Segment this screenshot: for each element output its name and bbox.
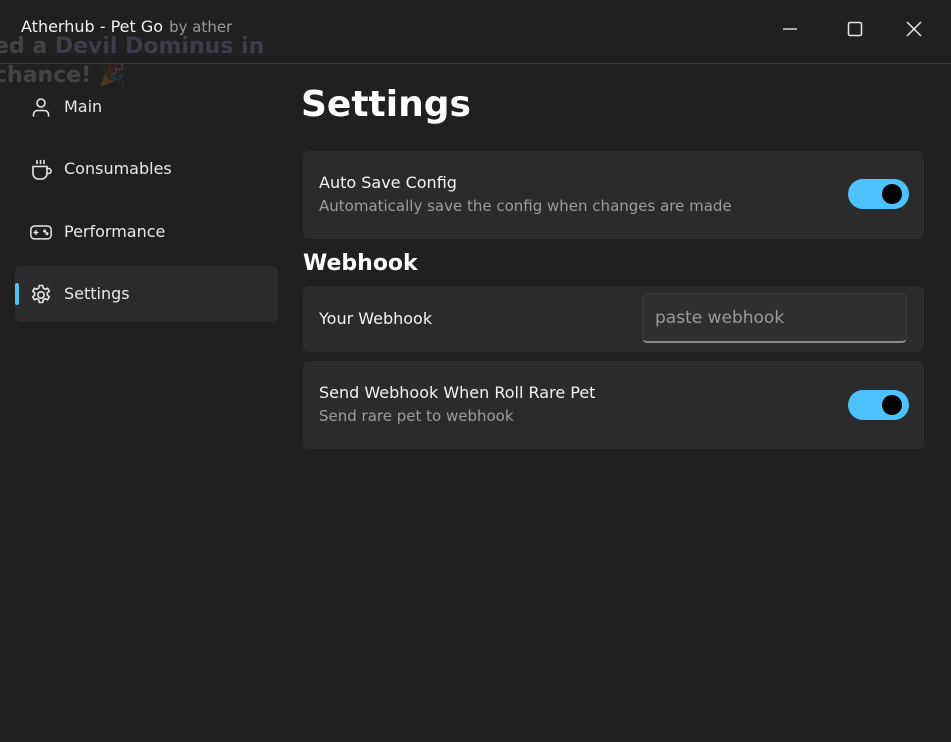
send-webhook-rare-pet-description: Send rare pet to webhook bbox=[319, 407, 514, 425]
minimize-button[interactable] bbox=[770, 12, 810, 46]
your-webhook-label: Your Webhook bbox=[319, 309, 433, 328]
gamepad-icon bbox=[29, 220, 53, 244]
close-button[interactable] bbox=[894, 12, 934, 46]
active-indicator bbox=[15, 282, 19, 305]
auto-save-config-card: Auto Save Config Automatically save the … bbox=[303, 151, 924, 239]
webhook-input[interactable] bbox=[642, 293, 907, 343]
sidebar-item-label: Settings bbox=[64, 284, 130, 303]
window-title: Atherhub - Pet Go by ather bbox=[21, 17, 232, 36]
minimize-icon bbox=[781, 20, 799, 38]
close-icon bbox=[904, 19, 924, 39]
maximize-button[interactable] bbox=[835, 12, 875, 46]
cup-icon bbox=[29, 158, 53, 182]
send-webhook-rare-pet-title: Send Webhook When Roll Rare Pet bbox=[319, 383, 596, 402]
sidebar-item-settings[interactable]: Settings bbox=[15, 265, 278, 322]
sidebar-item-label: Main bbox=[64, 96, 103, 116]
sidebar: Main Consumables Performance Settings bbox=[15, 78, 278, 328]
app-subtitle: by ather bbox=[169, 18, 233, 36]
maximize-icon bbox=[846, 20, 864, 38]
toggle-knob bbox=[882, 395, 902, 415]
send-webhook-rare-pet-card: Send Webhook When Roll Rare Pet Send rar… bbox=[303, 361, 924, 449]
sidebar-item-consumables[interactable]: Consumables bbox=[15, 141, 278, 197]
app-window: ed a Devil Dominus in chance! 🎉 Atherhub… bbox=[0, 0, 951, 742]
app-title: Atherhub - Pet Go bbox=[21, 17, 164, 36]
sidebar-item-label: Consumables bbox=[64, 159, 172, 178]
person-icon bbox=[29, 95, 53, 119]
auto-save-config-toggle[interactable] bbox=[848, 179, 909, 209]
sidebar-item-label: Performance bbox=[64, 221, 166, 241]
auto-save-config-title: Auto Save Config bbox=[319, 173, 457, 192]
title-bar-divider bbox=[0, 63, 951, 64]
your-webhook-card: Your Webhook bbox=[303, 286, 924, 352]
auto-save-config-description: Automatically save the config when chang… bbox=[319, 197, 732, 215]
send-webhook-rare-pet-toggle[interactable] bbox=[848, 390, 909, 420]
toggle-knob bbox=[882, 184, 902, 204]
sidebar-item-performance[interactable]: Performance bbox=[15, 203, 278, 259]
gear-icon bbox=[29, 283, 53, 307]
sidebar-item-main[interactable]: Main bbox=[15, 78, 278, 134]
title-bar[interactable]: Atherhub - Pet Go by ather bbox=[0, 0, 951, 64]
page-title: Settings bbox=[301, 84, 471, 125]
webhook-section-heading: Webhook bbox=[303, 251, 418, 276]
